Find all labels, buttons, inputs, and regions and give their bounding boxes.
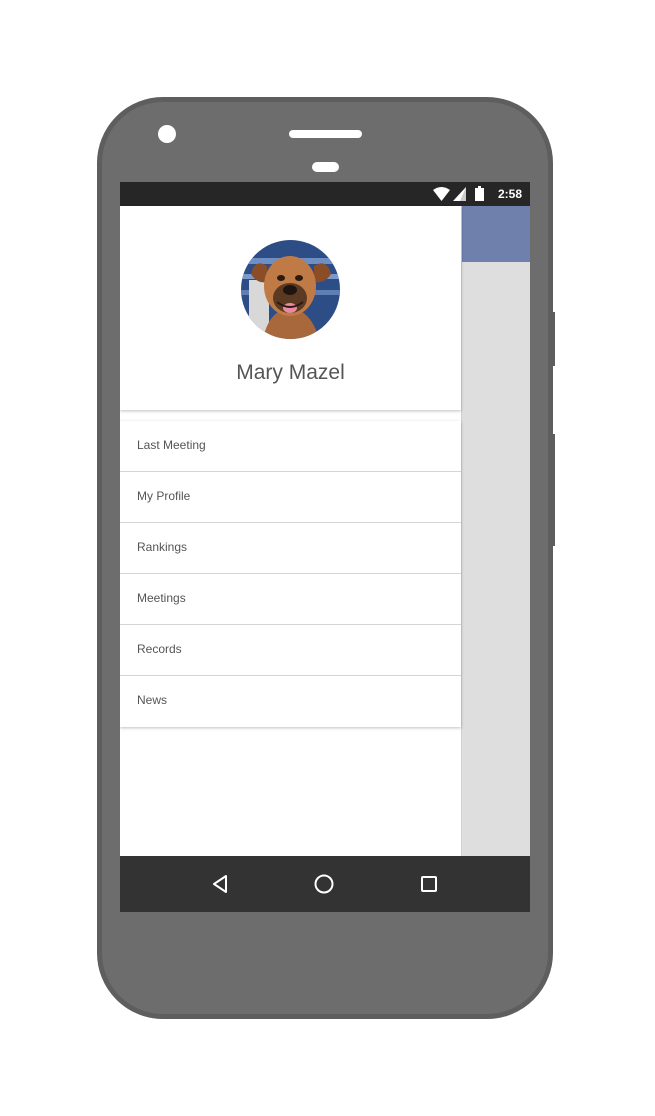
front-camera [158,125,176,143]
cell-signal-icon [453,187,466,201]
menu-item-label: News [137,693,168,707]
menu-item-meetings[interactable]: Meetings [120,574,461,625]
dog-avatar-image [241,240,340,339]
power-button [550,434,555,546]
menu-item-news[interactable]: News [120,676,461,727]
battery-icon [475,186,484,201]
back-icon[interactable] [209,872,233,896]
phone-screen: 2:58 Mary Mazel Last Meeting My Profile … [120,182,530,912]
navigation-drawer: Mary Mazel Last Meeting My Profile Ranki… [120,206,462,856]
drawer-header: Mary Mazel [120,206,461,410]
menu-item-label: Rankings [137,540,188,554]
menu-item-last-meeting[interactable]: Last Meeting [120,421,461,472]
avatar[interactable] [241,240,340,339]
wifi-icon [433,187,450,201]
menu-item-my-profile[interactable]: My Profile [120,472,461,523]
menu-item-label: My Profile [137,489,191,503]
menu-item-label: Meetings [137,591,186,605]
earpiece-speaker [289,130,362,138]
menu-item-label: Last Meeting [137,438,206,452]
volume-button [550,312,555,366]
system-nav-bar [120,856,530,912]
menu-item-rankings[interactable]: Rankings [120,523,461,574]
status-time: 2:58 [497,187,522,201]
user-name: Mary Mazel [236,361,345,384]
menu-item-label: Records [137,642,182,656]
recents-icon[interactable] [417,872,441,896]
menu-item-records[interactable]: Records [120,625,461,676]
home-icon[interactable] [312,872,336,896]
status-bar: 2:58 [120,182,530,206]
drawer-menu: Last Meeting My Profile Rankings Meeting… [120,421,461,727]
proximity-sensor [312,162,339,172]
